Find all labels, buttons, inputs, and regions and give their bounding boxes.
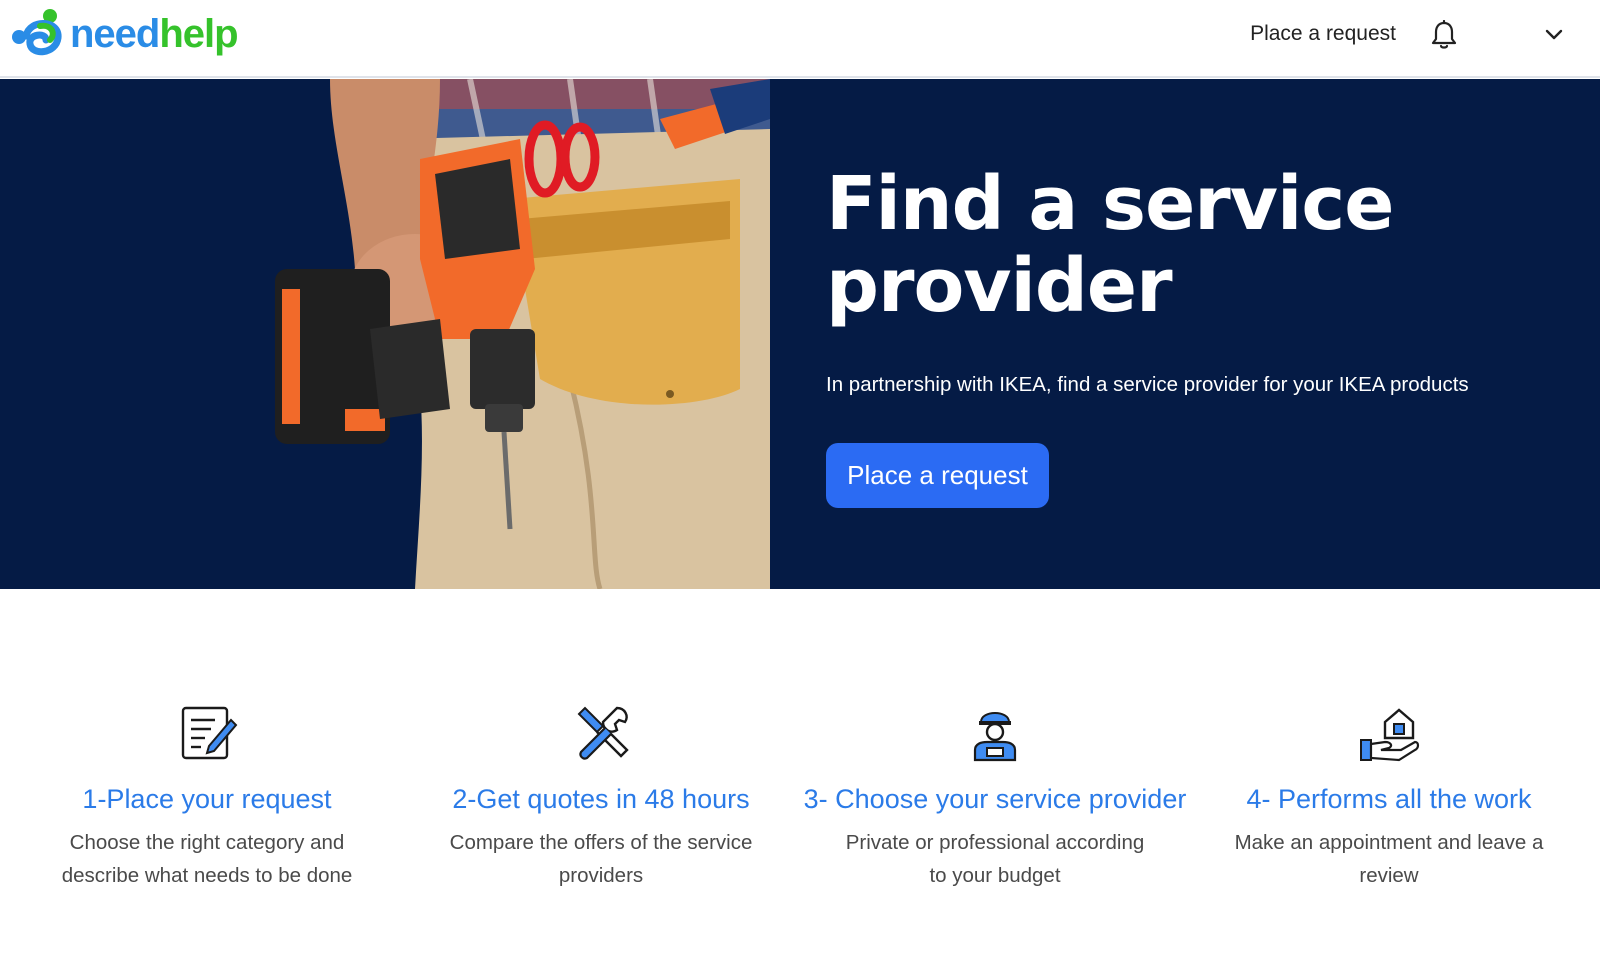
logo-wordmark: needhelp — [70, 12, 239, 56]
form-edit-icon — [181, 706, 238, 760]
logo-text-help: help — [159, 12, 238, 56]
home-hand-icon — [1360, 708, 1420, 762]
hero-subtitle: In partnership with IKEA, find a service… — [826, 373, 1469, 396]
nav-place-request-link[interactable]: Place a request — [1250, 22, 1396, 46]
step-4: 4- Performs all the work Make an appoint… — [1192, 700, 1586, 892]
step-3: 3- Choose your service provider Private … — [798, 700, 1192, 892]
needhelp-logo-icon — [12, 9, 62, 56]
worker-icon — [973, 712, 1017, 762]
bell-icon[interactable] — [1430, 20, 1458, 50]
top-header: needhelp Place a request — [0, 0, 1600, 78]
step-3-title: 3- Choose your service provider — [803, 784, 1187, 814]
handyman-tool-belt-image — [270, 79, 772, 589]
hero-banner: Find a service provider In partnership w… — [0, 79, 1600, 589]
logo-text-need: need — [70, 12, 160, 56]
place-request-button[interactable]: Place a request — [826, 443, 1049, 508]
step-4-title: 4- Performs all the work — [1246, 784, 1532, 814]
step-3-description: Private or professional according to you… — [845, 831, 1145, 887]
step-2-title: 2-Get quotes in 48 hours — [452, 784, 750, 814]
step-2-description: Compare the offers of the service provid… — [449, 831, 753, 887]
chevron-down-icon[interactable] — [1543, 25, 1565, 45]
step-1-title: 1-Place your request — [82, 784, 332, 814]
hero-title: Find a service provider — [826, 161, 1394, 329]
step-1-description: Choose the right category and describe w… — [61, 831, 353, 887]
step-4-description: Make an appointment and leave a review — [1234, 831, 1544, 887]
step-2: 2-Get quotes in 48 hours Compare the off… — [404, 700, 798, 892]
tools-icon — [577, 706, 629, 760]
step-1: 1-Place your request Choose the right ca… — [10, 700, 404, 892]
needhelp-logo[interactable]: needhelp — [10, 6, 239, 62]
